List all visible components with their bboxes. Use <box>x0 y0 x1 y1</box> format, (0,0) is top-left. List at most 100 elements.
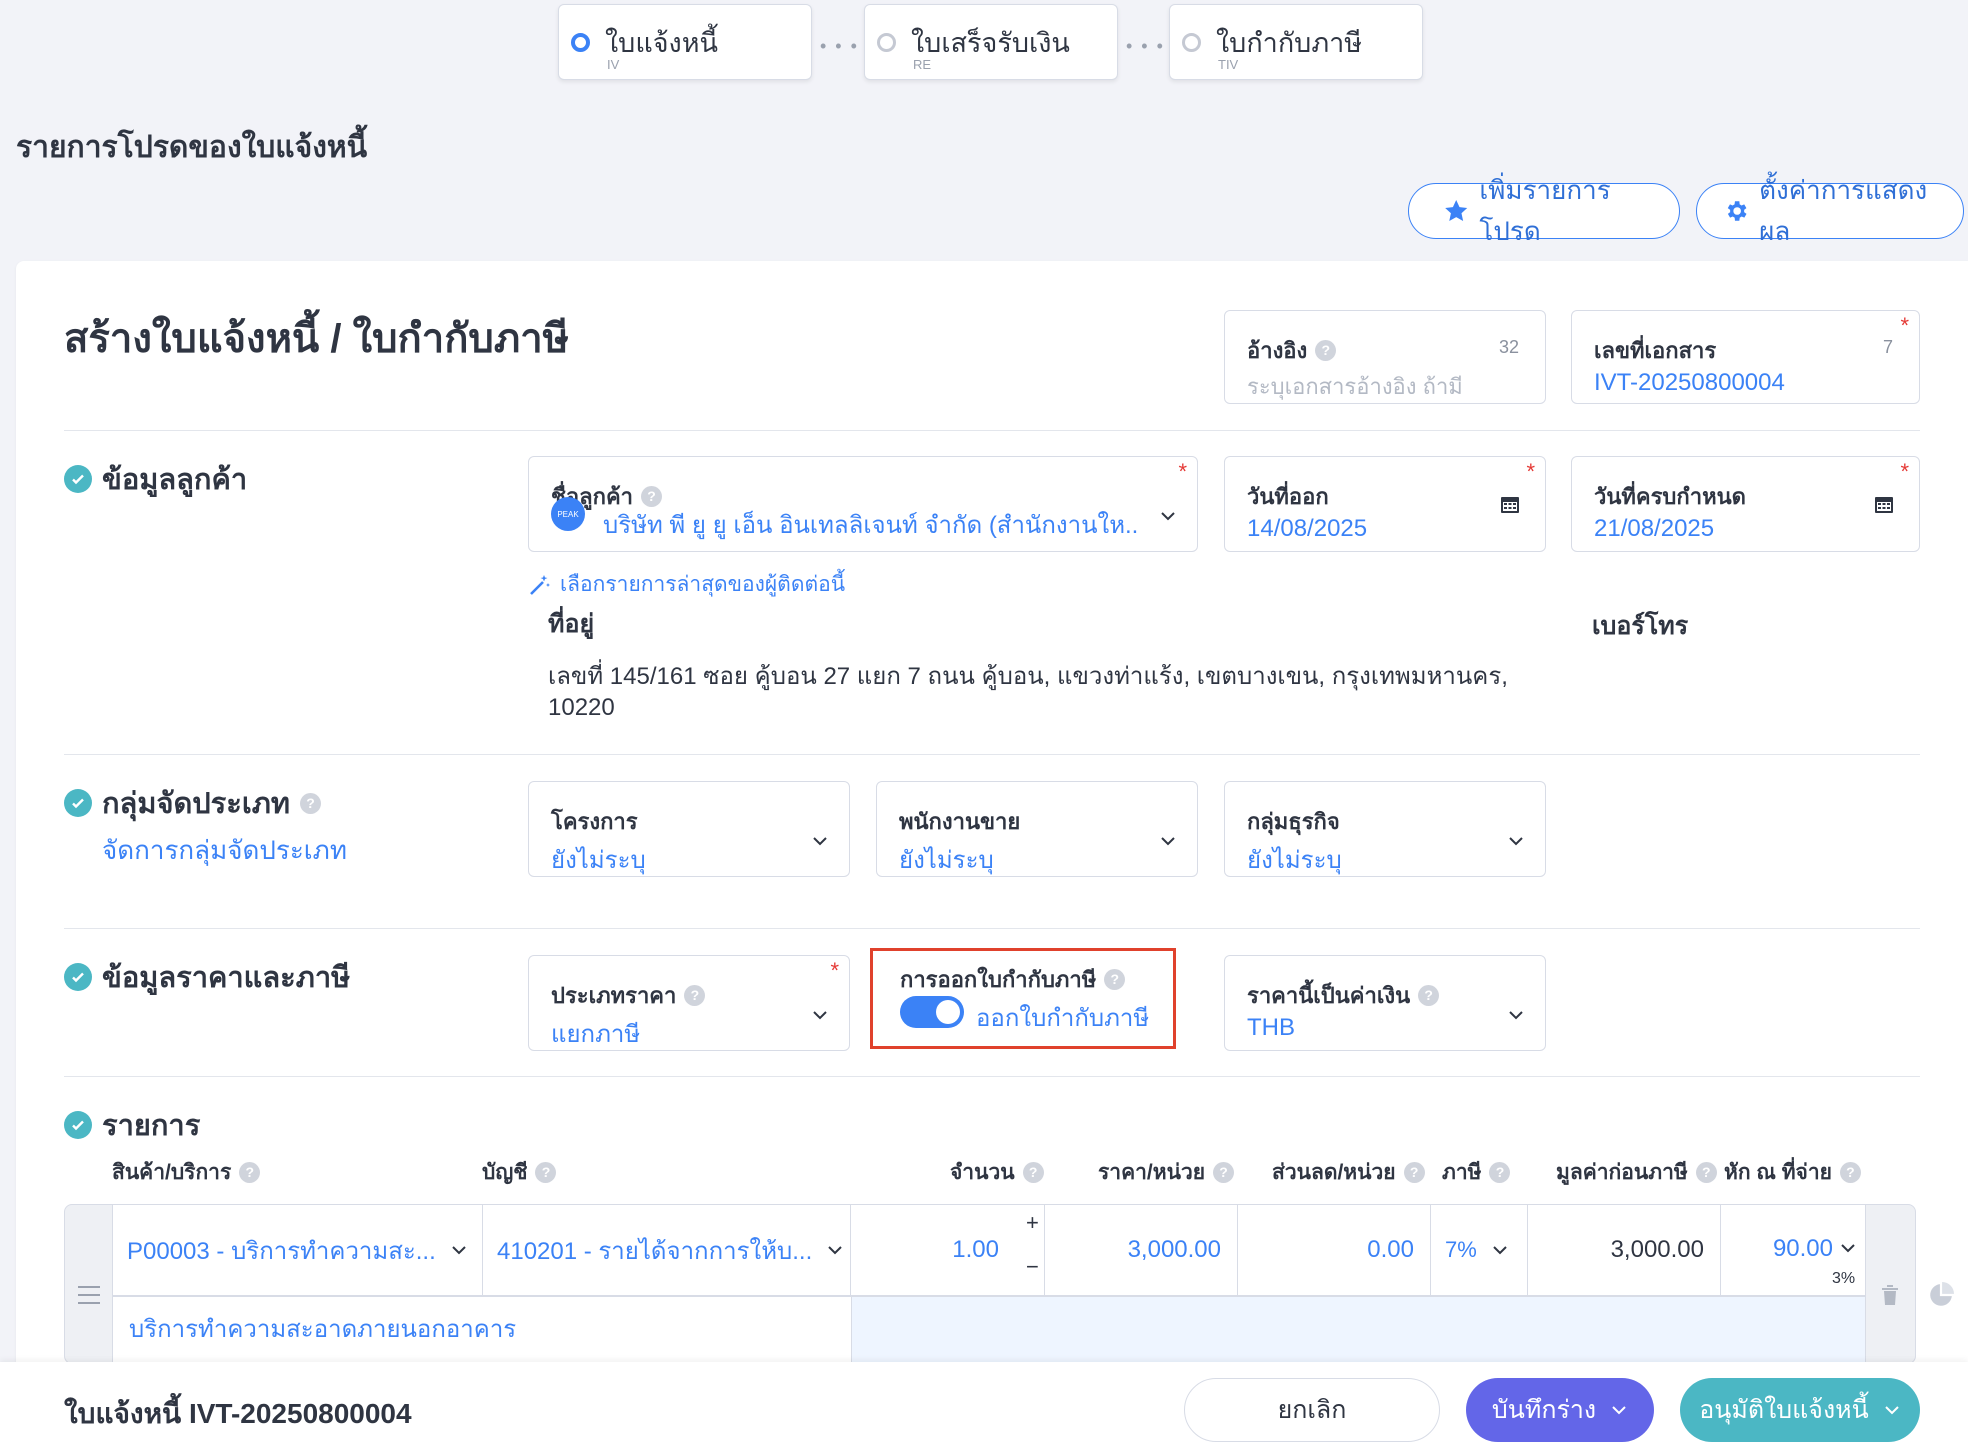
help-icon[interactable]: ? <box>299 792 321 814</box>
header-unit-price-label: ราคา/หน่วย <box>1098 1161 1206 1184</box>
currency-select[interactable]: ราคานี้เป็นค่าเงิน? THB <box>1224 955 1546 1051</box>
customer-select[interactable]: ชื่อลูกค้า? * PEAK บริษัท พี ยู ยู เอ็น … <box>528 456 1198 552</box>
customer-logo: PEAK <box>551 497 585 531</box>
business-group-label: กลุ่มธุรกิจ <box>1247 809 1340 834</box>
header-discount-label: ส่วนลด/หน่วย <box>1272 1161 1396 1184</box>
step-indicator <box>1182 33 1201 52</box>
step-receipt[interactable]: ใบเสร็จรับเงิน RE <box>864 4 1118 80</box>
business-group-value: ยังไม่ระบุ <box>1247 847 1342 874</box>
help-icon[interactable]: ? <box>1489 1162 1511 1183</box>
issue-date-field[interactable]: วันที่ออก * 14/08/2025 <box>1224 456 1546 552</box>
step-tax-invoice[interactable]: ใบกำกับภาษี TIV <box>1169 4 1423 80</box>
description-extension <box>851 1296 1866 1364</box>
trash-icon[interactable] <box>1880 1284 1900 1306</box>
help-icon[interactable]: ? <box>535 1162 557 1183</box>
step-code: RE <box>913 57 932 72</box>
help-icon[interactable]: ? <box>641 486 663 507</box>
help-icon[interactable]: ? <box>239 1162 261 1183</box>
price-section-title: ข้อมูลราคาและภาษี <box>64 954 350 1000</box>
doc-number-field[interactable]: เลขที่เอกสาร * 7 IVT-20250800004 <box>1571 310 1920 404</box>
recent-contact-link[interactable]: เลือกรายการล่าสุดของผู้ติดต่อนี้ <box>528 568 845 601</box>
step-invoice[interactable]: ใบแจ้งหนี้ IV <box>558 4 812 80</box>
header-pre-tax-label: มูลค่าก่อนภาษี <box>1556 1161 1688 1184</box>
cancel-button[interactable]: ยกเลิก <box>1184 1378 1440 1442</box>
step-connector: • • • <box>1126 36 1165 56</box>
category-section-label: กลุ่มจัดประเภท <box>102 788 290 820</box>
pie-chart-icon[interactable] <box>1928 1282 1954 1308</box>
wht-rate: 3% <box>1832 1270 1856 1287</box>
approve-invoice-button[interactable]: อนุมัติใบแจ้งหนี้ <box>1680 1378 1920 1442</box>
qty-increment-button[interactable]: + <box>1026 1210 1039 1236</box>
save-draft-button[interactable]: บันทึกร่าง <box>1466 1378 1654 1442</box>
header-discount: ส่วนลด/หน่วย? <box>1272 1156 1425 1189</box>
help-icon[interactable]: ? <box>1839 1162 1861 1183</box>
drag-handle-icon[interactable] <box>78 1286 100 1304</box>
salesperson-select[interactable]: พนักงานขาย ยังไม่ระบุ <box>876 781 1198 877</box>
tax-select[interactable]: 7% <box>1430 1204 1528 1296</box>
due-date-value: 21/08/2025 <box>1594 515 1715 542</box>
help-icon[interactable]: ? <box>1104 969 1126 990</box>
help-icon[interactable]: ? <box>684 985 706 1006</box>
display-settings-button[interactable]: ตั้งค่าการแสดงผล <box>1696 175 1964 246</box>
qty-decrement-button[interactable]: − <box>1026 1254 1039 1280</box>
wht-value: 90.00 <box>1772 1235 1833 1262</box>
project-select[interactable]: โครงการ ยังไม่ระบุ <box>528 781 850 877</box>
header-product: สินค้า/บริการ? <box>112 1156 261 1189</box>
chevron-down-icon <box>452 1246 466 1255</box>
chevron-down-icon <box>813 1011 827 1020</box>
divider <box>64 1076 1920 1077</box>
check-icon <box>64 963 92 991</box>
calendar-icon[interactable] <box>1499 493 1521 515</box>
chevron-down-icon <box>1612 1406 1626 1415</box>
tax-invoice-toggle[interactable] <box>900 996 964 1028</box>
step-title: ใบเสร็จรับเงิน <box>911 28 1070 58</box>
help-icon[interactable]: ? <box>1315 340 1337 361</box>
salesperson-value: ยังไม่ระบุ <box>899 847 994 874</box>
divider <box>64 430 1920 431</box>
business-group-select[interactable]: กลุ่มธุรกิจ ยังไม่ระบุ <box>1224 781 1546 877</box>
cancel-label: ยกเลิก <box>1277 1396 1347 1424</box>
help-icon[interactable]: ? <box>1418 985 1440 1006</box>
currency-value: THB <box>1247 1014 1295 1041</box>
help-icon[interactable]: ? <box>1022 1162 1044 1183</box>
chevron-down-icon <box>1509 1011 1523 1020</box>
description-value: บริการทำความสะอาดภายนอกอาคาร <box>129 1316 517 1343</box>
description-cell[interactable]: บริการทำความสะอาดภายนอกอาคาร <box>112 1296 852 1364</box>
chevron-down-icon <box>1161 837 1175 846</box>
unit-price-value: 3,000.00 <box>1127 1236 1221 1263</box>
manage-category-link[interactable]: จัดการกลุ่มจัดประเภท <box>102 830 347 871</box>
step-code: IV <box>607 57 620 72</box>
chevron-down-icon <box>1161 512 1175 521</box>
header-tax-label: ภาษี <box>1442 1161 1482 1184</box>
header-account: บัญชี? <box>482 1156 557 1189</box>
account-select[interactable]: 410201 - รายได้จากการให้บ... <box>482 1204 852 1296</box>
price-section-label: ข้อมูลราคาและภาษี <box>102 962 351 994</box>
unit-price-input[interactable]: 3,000.00 <box>1044 1204 1238 1296</box>
check-icon <box>64 1111 92 1139</box>
qty-value: 1.00 <box>952 1236 999 1263</box>
pre-tax-value: 3,000.00 <box>1610 1236 1704 1263</box>
doc-number-value: IVT-20250800004 <box>1594 369 1785 396</box>
reference-counter: 32 <box>1498 337 1519 357</box>
reference-field[interactable]: อ้างอิง? 32 ระบุเอกสารอ้างอิง ถ้ามี <box>1224 310 1546 404</box>
help-icon[interactable]: ? <box>1695 1162 1717 1183</box>
qty-input[interactable]: 1.00 <box>850 1204 1046 1296</box>
price-type-select[interactable]: ประเภทราคา? * แยกภาษี <box>528 955 850 1051</box>
customer-value: บริษัท พี ยู ยู เอ็น อินเทลลิเจนท์ จำกัด… <box>603 512 1137 539</box>
add-favorite-button[interactable]: เพิ่มรายการโปรด <box>1408 175 1680 246</box>
help-icon[interactable]: ? <box>1403 1162 1425 1183</box>
footer-title: ใบแจ้งหนี้ IVT-20250800004 <box>64 1398 412 1429</box>
discount-input[interactable]: 0.00 <box>1237 1204 1431 1296</box>
address-label: ที่อยู่ <box>548 610 595 638</box>
help-icon[interactable]: ? <box>1213 1162 1235 1183</box>
phone-label: เบอร์โทร <box>1592 612 1689 640</box>
currency-label: ราคานี้เป็นค่าเงิน? <box>1247 978 1440 1013</box>
header-unit-price: ราคา/หน่วย? <box>1098 1156 1235 1189</box>
calendar-icon[interactable] <box>1873 493 1895 515</box>
header-product-label: สินค้า/บริการ <box>112 1161 232 1184</box>
product-select[interactable]: P00003 - บริการทำความสะ... <box>112 1204 484 1296</box>
due-date-field[interactable]: วันที่ครบกำหนด * 21/08/2025 <box>1571 456 1920 552</box>
step-connector: • • • <box>820 36 859 56</box>
step-code: TIV <box>1218 57 1239 72</box>
form-title: สร้างใบแจ้งหนี้ / ใบกำกับภาษี <box>64 317 570 361</box>
